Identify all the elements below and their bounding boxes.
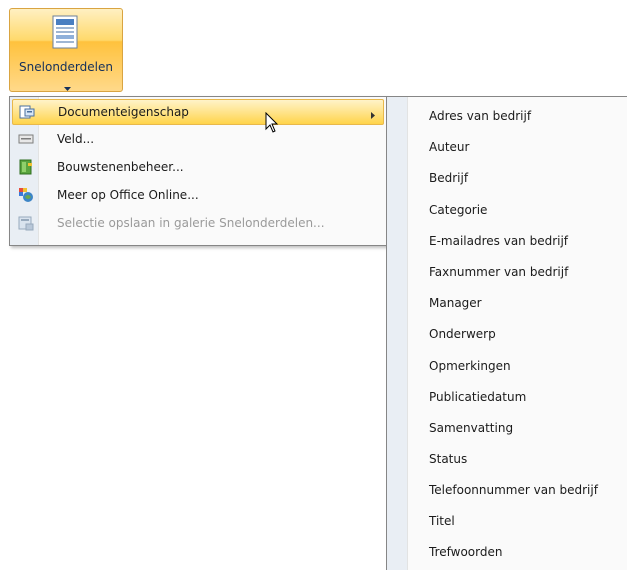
submenu-item[interactable]: Faxnummer van bedrijf xyxy=(429,265,568,279)
menu-item-office-online[interactable]: Meer op Office Online... xyxy=(12,183,384,209)
submenu-item[interactable]: Samenvatting xyxy=(429,421,513,435)
submenu-item[interactable]: Titel xyxy=(429,514,455,528)
document-property-icon xyxy=(19,104,35,120)
mouse-pointer-icon xyxy=(265,111,279,137)
submenu-item[interactable]: Trefwoorden xyxy=(429,545,502,559)
submenu-item[interactable]: Auteur xyxy=(429,140,469,154)
submenu-item[interactable]: Onderwerp xyxy=(429,327,496,341)
submenu-item[interactable]: E-mailadres van bedrijf xyxy=(429,234,568,248)
quick-parts-icon xyxy=(50,15,80,49)
submenu-item[interactable]: Opmerkingen xyxy=(429,359,511,373)
quick-parts-label: Snelonderdelen xyxy=(19,60,113,74)
document-property-submenu: Adres van bedrijf Auteur Bedrijf Categor… xyxy=(386,96,627,570)
quick-parts-button[interactable]: Snelonderdelen xyxy=(9,8,123,92)
submenu-item[interactable]: Bedrijf xyxy=(429,171,468,185)
submenu-item[interactable]: Adres van bedrijf xyxy=(429,109,531,123)
save-selection-icon xyxy=(18,215,34,231)
office-online-icon xyxy=(18,187,34,203)
menu-item-label: Veld... xyxy=(57,132,95,146)
submenu-item[interactable]: Manager xyxy=(429,296,482,310)
submenu-icon-gutter xyxy=(387,97,408,570)
menu-item-label: Bouwstenenbeheer... xyxy=(57,160,184,174)
field-icon xyxy=(18,131,34,147)
menu-item-label: Selectie opslaan in galerie Snelonderdel… xyxy=(57,216,325,230)
menu-item-building-blocks[interactable]: Bouwstenenbeheer... xyxy=(12,155,384,181)
menu-item-field[interactable]: Veld... xyxy=(12,127,384,153)
menu-item-save-selection[interactable]: Selectie opslaan in galerie Snelonderdel… xyxy=(12,211,384,237)
menu-item-document-property[interactable]: Documenteigenschap xyxy=(12,99,384,125)
submenu-item[interactable]: Publicatiedatum xyxy=(429,390,526,404)
menu-item-label: Meer op Office Online... xyxy=(57,188,199,202)
submenu-item[interactable]: Categorie xyxy=(429,203,487,217)
submenu-item[interactable]: Telefoonnummer van bedrijf xyxy=(429,483,598,497)
submenu-item[interactable]: Status xyxy=(429,452,467,466)
chevron-right-icon xyxy=(371,108,375,122)
quick-parts-menu: Documenteigenschap Veld... Bouwstenenbeh… xyxy=(9,96,387,246)
chevron-down-icon xyxy=(64,80,71,94)
menu-item-label: Documenteigenschap xyxy=(58,105,189,119)
building-blocks-icon xyxy=(18,159,34,175)
